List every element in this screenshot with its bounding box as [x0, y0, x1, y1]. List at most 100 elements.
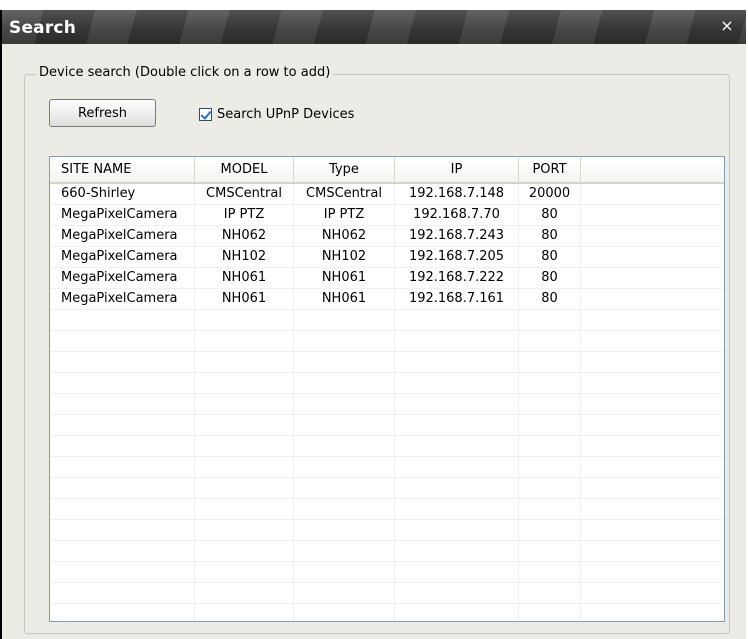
table-row[interactable]: MegaPixelCamera NH062 NH062 192.168.7.243 80 [50, 226, 724, 247]
cell-empty [50, 373, 195, 393]
cell-empty [581, 247, 724, 267]
cell-empty [581, 562, 724, 582]
cell-ip: 192.168.7.205 [395, 247, 519, 267]
cell-port: 80 [519, 289, 581, 309]
empty-row [50, 604, 724, 621]
cell-empty [395, 415, 519, 435]
cell-empty [395, 541, 519, 561]
cell-empty [581, 268, 724, 288]
cell-empty [581, 583, 724, 603]
cell-empty [195, 415, 294, 435]
cell-empty [581, 436, 724, 456]
cell-empty [294, 331, 395, 351]
cell-empty [50, 394, 195, 414]
cell-empty [50, 604, 195, 621]
empty-row [50, 394, 724, 415]
cell-type: NH102 [294, 247, 395, 267]
cell-empty [395, 310, 519, 330]
cell-site-name: 660-Shirley [50, 184, 195, 204]
cell-empty [294, 310, 395, 330]
empty-row [50, 436, 724, 457]
close-icon[interactable]: × [718, 17, 736, 35]
empty-row [50, 352, 724, 373]
cell-empty [395, 499, 519, 519]
cell-empty [50, 520, 195, 540]
cell-empty [581, 184, 724, 204]
refresh-button[interactable]: Refresh [49, 99, 156, 127]
cell-empty [519, 499, 581, 519]
cell-empty [195, 541, 294, 561]
table-row[interactable]: MegaPixelCamera NH061 NH061 192.168.7.161 80 [50, 289, 724, 310]
cell-empty [519, 457, 581, 477]
column-header-type[interactable]: Type [294, 157, 395, 182]
cell-empty [581, 331, 724, 351]
cell-empty [395, 457, 519, 477]
column-header-model[interactable]: MODEL [195, 157, 294, 182]
cell-empty [395, 394, 519, 414]
empty-row [50, 373, 724, 394]
upnp-checkbox-label[interactable]: Search UPnP Devices [217, 107, 354, 122]
group-legend: Device search (Double click on a row to … [36, 65, 334, 80]
cell-empty [519, 373, 581, 393]
cell-ip: 192.168.7.70 [395, 205, 519, 225]
cell-type: IP PTZ [294, 205, 395, 225]
cell-empty [519, 520, 581, 540]
cell-empty [50, 541, 195, 561]
cell-empty [50, 457, 195, 477]
cell-port: 80 [519, 226, 581, 246]
upnp-checkbox-row[interactable]: Search UPnP Devices [199, 105, 354, 123]
cell-site-name: MegaPixelCamera [50, 247, 195, 267]
column-header-port[interactable]: PORT [519, 157, 581, 182]
empty-row [50, 415, 724, 436]
cell-empty [294, 499, 395, 519]
table-row[interactable]: 660-Shirley CMSCentral CMSCentral 192.168.7… [50, 184, 724, 205]
cell-empty [195, 310, 294, 330]
cell-port: 80 [519, 205, 581, 225]
column-header-site-name[interactable]: SITE NAME [50, 157, 195, 182]
window-title: Search [9, 18, 77, 38]
cell-empty [581, 205, 724, 225]
empty-row [50, 499, 724, 520]
table-row[interactable]: MegaPixelCamera NH102 NH102 192.168.7.205 80 [50, 247, 724, 268]
cell-empty [294, 520, 395, 540]
cell-empty [581, 457, 724, 477]
cell-empty [581, 352, 724, 372]
cell-empty [294, 478, 395, 498]
cell-empty [581, 289, 724, 309]
cell-ip: 192.168.7.161 [395, 289, 519, 309]
cell-type: NH061 [294, 289, 395, 309]
cell-empty [195, 352, 294, 372]
cell-empty [395, 436, 519, 456]
device-list[interactable]: SITE NAME MODEL Type IP PORT 660-Shirley… [49, 156, 725, 622]
cell-empty [395, 520, 519, 540]
cell-empty [294, 562, 395, 582]
cell-empty [519, 478, 581, 498]
cell-empty [50, 499, 195, 519]
cell-empty [50, 310, 195, 330]
upnp-checkbox[interactable] [199, 107, 212, 121]
table-row[interactable]: MegaPixelCamera NH061 NH061 192.168.7.222 80 [50, 268, 724, 289]
cell-empty [581, 310, 724, 330]
empty-row [50, 331, 724, 352]
cell-empty [581, 373, 724, 393]
cell-empty [294, 352, 395, 372]
cell-empty [294, 394, 395, 414]
cell-empty [195, 457, 294, 477]
cell-empty [195, 331, 294, 351]
cell-model: NH102 [195, 247, 294, 267]
cell-empty [294, 436, 395, 456]
column-header-ip[interactable]: IP [395, 157, 519, 182]
title-bar[interactable]: Search × [2, 10, 746, 44]
cell-empty [395, 373, 519, 393]
cell-empty [50, 478, 195, 498]
cell-empty [581, 520, 724, 540]
cell-empty [195, 604, 294, 621]
cell-empty [519, 310, 581, 330]
table-row[interactable]: MegaPixelCamera IP PTZ IP PTZ 192.168.7.70 8… [50, 205, 724, 226]
cell-empty [581, 541, 724, 561]
cell-empty [581, 478, 724, 498]
cell-empty [519, 541, 581, 561]
cell-ip: 192.168.7.148 [395, 184, 519, 204]
cell-port: 80 [519, 268, 581, 288]
cell-empty [195, 394, 294, 414]
